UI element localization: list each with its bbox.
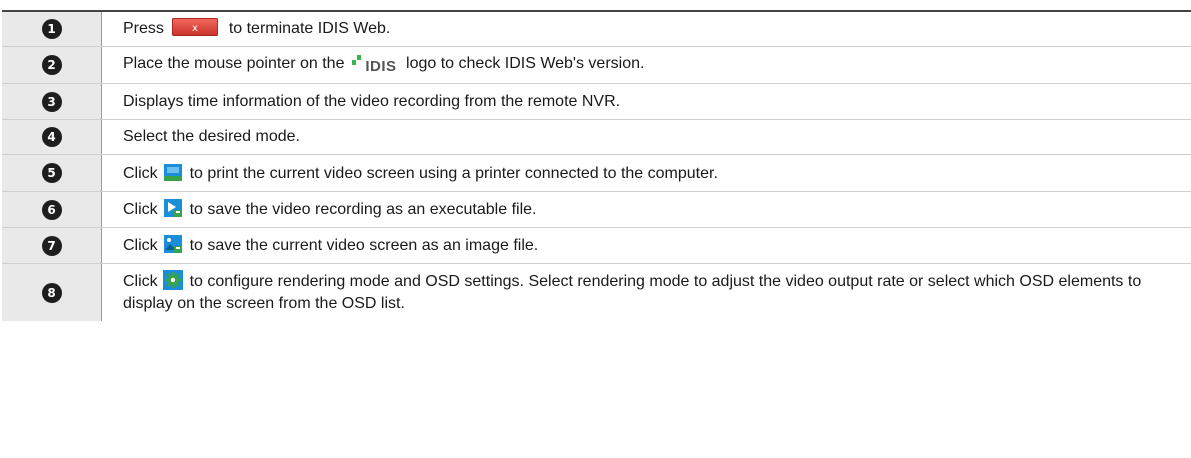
row-text: Displays time information of the video r… bbox=[123, 92, 621, 110]
print-icon bbox=[164, 163, 183, 181]
row-number-cell: 7 bbox=[2, 227, 102, 264]
settings-gear-icon bbox=[163, 270, 184, 290]
row-text-before: Click bbox=[123, 237, 158, 254]
row-number-cell: 5 bbox=[2, 154, 102, 192]
row-text-before: Click bbox=[123, 201, 158, 218]
idis-logo-icon: IDIS bbox=[351, 54, 397, 78]
table-row: 4 Select the desired mode. bbox=[2, 119, 1191, 155]
number-badge: 8 bbox=[41, 282, 62, 303]
row-description: Press x to terminate IDIS Web. bbox=[101, 10, 1191, 47]
row-description: Place the mouse pointer on the IDIS logo… bbox=[101, 46, 1191, 84]
row-description: Select the desired mode. bbox=[101, 119, 1191, 155]
table-row: 3 Displays time information of the video… bbox=[2, 83, 1191, 120]
row-text-before: Place the mouse pointer on the bbox=[123, 54, 345, 72]
row-text-before: Click bbox=[123, 164, 158, 182]
row-description: Displays time information of the video r… bbox=[101, 83, 1191, 120]
number-badge: 3 bbox=[41, 91, 62, 112]
row-text-after: to configure rendering mode and OSD sett… bbox=[123, 273, 1142, 312]
number-badge: 4 bbox=[41, 127, 62, 147]
row-text-before: Click bbox=[123, 273, 158, 290]
row-description: Click to save the video recording as an … bbox=[101, 191, 1191, 228]
row-text-before: Press bbox=[123, 20, 164, 37]
row-number-cell: 1 bbox=[2, 10, 102, 47]
number-badge: 2 bbox=[41, 55, 62, 75]
idis-logo-text: IDIS bbox=[365, 57, 397, 75]
row-text: Select the desired mode. bbox=[123, 128, 300, 145]
row-text-after: to print the current video screen using … bbox=[189, 164, 718, 182]
table-row: 6 Click to save the video recording as a… bbox=[2, 191, 1191, 228]
number-badge: 5 bbox=[41, 163, 62, 183]
number-badge: 1 bbox=[41, 19, 62, 39]
number-badge: 7 bbox=[41, 235, 62, 256]
number-badge: 6 bbox=[41, 199, 62, 220]
row-number-cell: 8 bbox=[2, 263, 102, 321]
save-image-icon bbox=[164, 235, 183, 253]
row-text-after: logo to check IDIS Web's version. bbox=[406, 54, 645, 72]
row-description: Click to configure rendering mode and OS… bbox=[102, 264, 1191, 322]
row-number-cell: 3 bbox=[2, 83, 102, 120]
row-text-after: to save the video recording as an execut… bbox=[189, 201, 537, 218]
description-table: 1 Press x to terminate IDIS Web. 2 Place… bbox=[2, 10, 1191, 321]
row-number-cell: 6 bbox=[2, 191, 102, 228]
row-text-after: to terminate IDIS Web. bbox=[228, 20, 391, 37]
table-row: 1 Press x to terminate IDIS Web. bbox=[2, 10, 1191, 47]
table-row: 2 Place the mouse pointer on the IDIS lo… bbox=[2, 46, 1191, 84]
row-number-cell: 4 bbox=[2, 119, 102, 155]
row-description: Click to save the current video screen a… bbox=[101, 227, 1191, 264]
close-button-icon: x bbox=[172, 18, 219, 36]
table-row: 5 Click to print the current video scree… bbox=[2, 154, 1191, 192]
row-text-after: to save the current video screen as an i… bbox=[189, 237, 539, 254]
svg-text:x: x bbox=[192, 23, 198, 34]
table-row: 8 Click to configure rendering mode and … bbox=[2, 263, 1191, 322]
table-row: 7 Click to save the current video screen… bbox=[2, 227, 1191, 264]
save-clip-icon bbox=[164, 199, 183, 217]
row-number-cell: 2 bbox=[2, 46, 102, 84]
row-description: Click to print the current video screen … bbox=[101, 154, 1191, 192]
